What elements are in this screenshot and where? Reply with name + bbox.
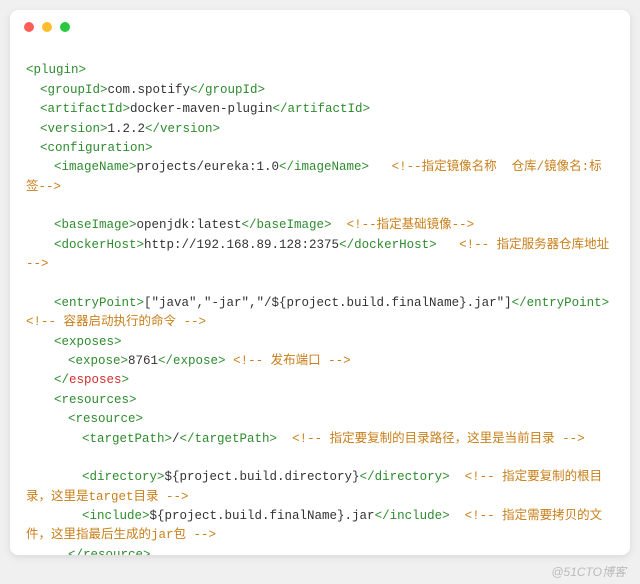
- tag-esposes-close-b: >: [122, 373, 130, 387]
- tag-targetPath-close: </targetPath>: [180, 432, 278, 446]
- close-icon[interactable]: [24, 22, 34, 32]
- tag-include-open: <include>: [82, 509, 150, 523]
- tag-plugin-open: <plugin>: [26, 63, 86, 77]
- tag-directory-open: <directory>: [82, 470, 165, 484]
- tag-baseImage-open: <baseImage>: [54, 218, 137, 232]
- tag-version-close: </version>: [145, 122, 220, 136]
- tag-imageName-close: </imageName>: [279, 160, 369, 174]
- tag-esposes-close-err: esposes: [69, 373, 122, 387]
- text-artifactId: docker-maven-plugin: [130, 102, 273, 116]
- tag-version-open: <version>: [40, 122, 108, 136]
- code-window: <plugin> <groupId>com.spotify</groupId> …: [10, 10, 630, 555]
- watermark-text: @51CTO博客: [551, 563, 626, 580]
- tag-resource-open: <resource>: [68, 412, 143, 426]
- tag-groupId-open: <groupId>: [40, 83, 108, 97]
- zoom-icon[interactable]: [60, 22, 70, 32]
- window-titlebar: [10, 10, 630, 38]
- tag-esposes-close-a: </: [54, 373, 69, 387]
- tag-baseImage-close: </baseImage>: [242, 218, 332, 232]
- comment-targetPath: <!-- 指定要复制的目录路径，这里是当前目录 -->: [292, 432, 585, 446]
- tag-groupId-close: </groupId>: [190, 83, 265, 97]
- tag-imageName-open: <imageName>: [54, 160, 137, 174]
- text-include: ${project.build.finalName}.jar: [150, 509, 375, 523]
- text-groupId: com.spotify: [108, 83, 191, 97]
- tag-dockerHost-close: </dockerHost>: [339, 238, 437, 252]
- tag-dockerHost-open: <dockerHost>: [54, 238, 144, 252]
- text-targetPath: /: [172, 432, 180, 446]
- tag-expose-open: <expose>: [68, 354, 128, 368]
- text-imageName: projects/eureka:1.0: [137, 160, 280, 174]
- tag-include-close: </include>: [375, 509, 450, 523]
- comment-expose: <!-- 发布端口 -->: [233, 354, 351, 368]
- text-version: 1.2.2: [108, 122, 146, 136]
- text-expose: 8761: [128, 354, 158, 368]
- tag-resources-open: <resources>: [54, 393, 137, 407]
- tag-entryPoint-open: <entryPoint>: [54, 296, 144, 310]
- minimize-icon[interactable]: [42, 22, 52, 32]
- tag-resource-close: </resource>: [68, 548, 151, 555]
- text-baseImage: openjdk:latest: [137, 218, 242, 232]
- tag-exposes-open: <exposes>: [54, 335, 122, 349]
- tag-expose-close: </expose>: [158, 354, 226, 368]
- tag-directory-close: </directory>: [360, 470, 450, 484]
- tag-entryPoint-close: </entryPoint>: [512, 296, 610, 310]
- tag-targetPath-open: <targetPath>: [82, 432, 172, 446]
- code-block: <plugin> <groupId>com.spotify</groupId> …: [10, 38, 630, 555]
- text-entryPoint: ["java","-jar","/${project.build.finalNa…: [144, 296, 512, 310]
- comment-baseImage: <!--指定基础镜像-->: [347, 218, 475, 232]
- tag-configuration-open: <configuration>: [40, 141, 153, 155]
- tag-artifactId-close: </artifactId>: [273, 102, 371, 116]
- text-directory: ${project.build.directory}: [165, 470, 360, 484]
- tag-artifactId-open: <artifactId>: [40, 102, 130, 116]
- text-dockerHost: http://192.168.89.128:2375: [144, 238, 339, 252]
- comment-entryPoint: <!-- 容器启动执行的命令 -->: [26, 315, 206, 329]
